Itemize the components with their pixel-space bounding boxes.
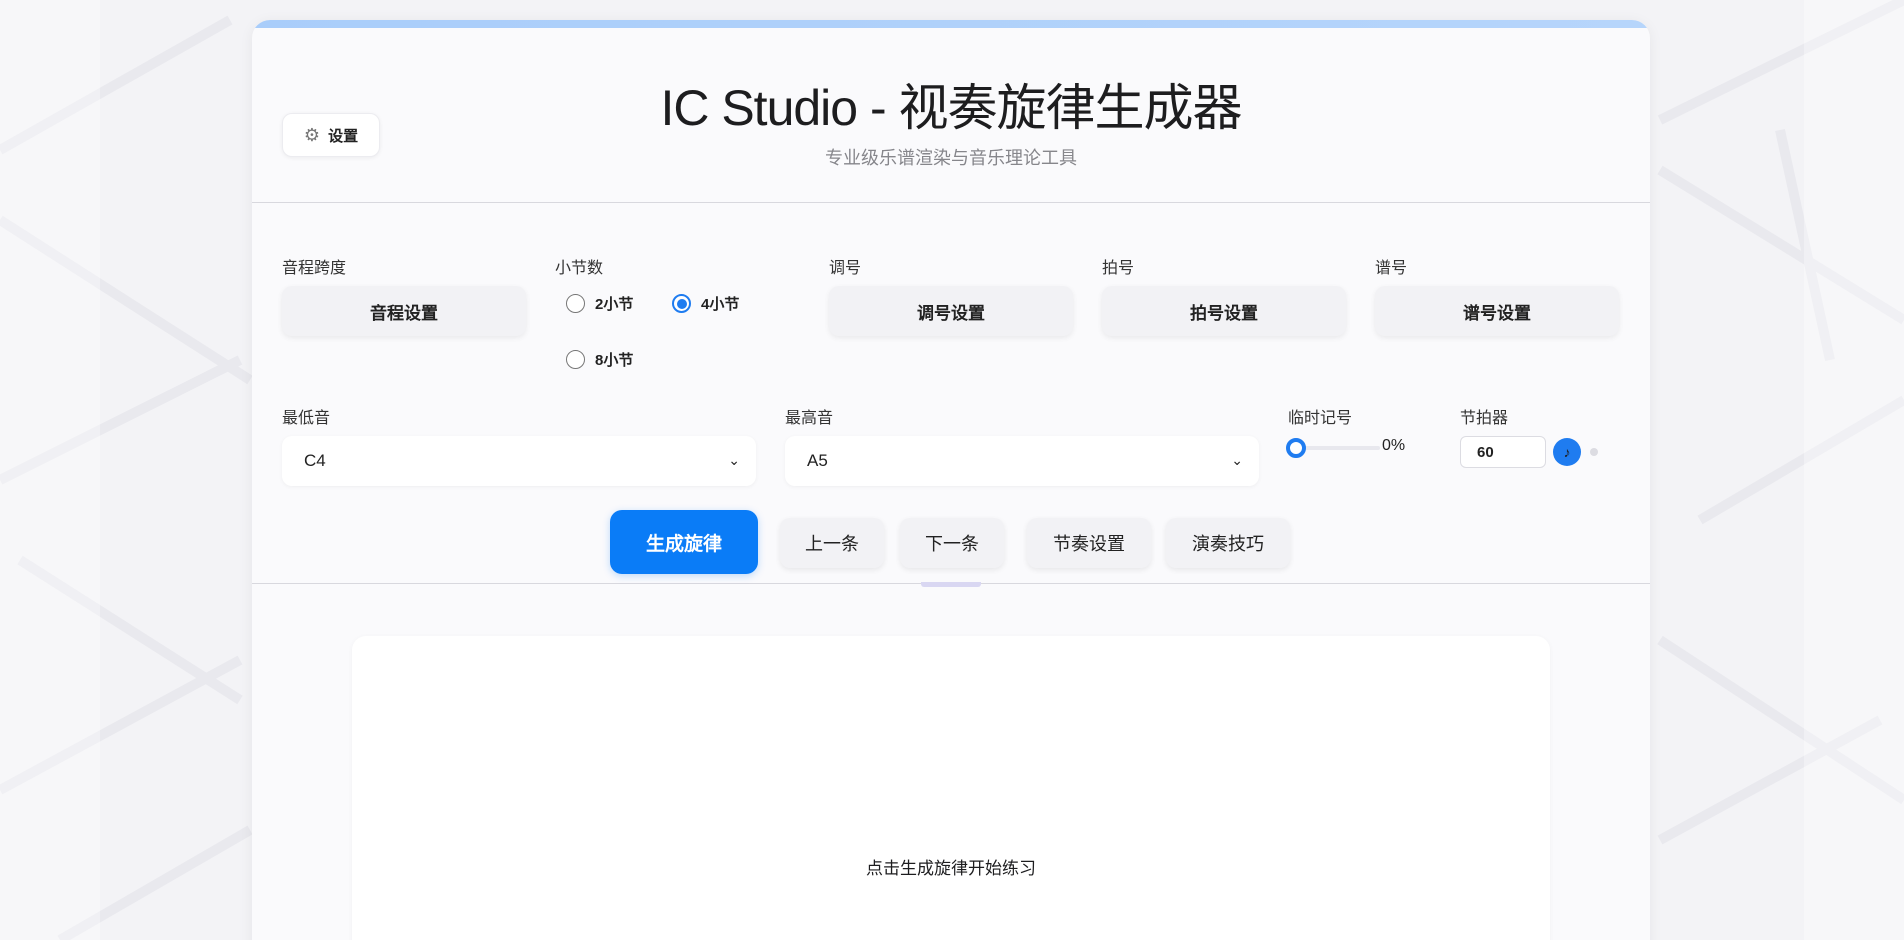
controls-panel: 音程跨度 音程设置 小节数 2小节 4小节 8小节 调号 调号设置 拍号 拍号设…	[252, 204, 1650, 584]
score-placeholder: 点击生成旋律开始练习	[866, 859, 1036, 878]
radio-button-4[interactable]	[672, 294, 691, 313]
time-signature-label: 拍号	[1102, 260, 1135, 277]
accidentals-label: 临时记号	[1288, 410, 1353, 427]
chevron-down-icon: ⌄	[1231, 452, 1243, 468]
radio-button-2[interactable]	[566, 294, 585, 313]
lowest-note-label: 最低音	[282, 410, 331, 427]
radio-button-8[interactable]	[566, 350, 585, 369]
metronome-toggle-button[interactable]: ♪	[1553, 438, 1581, 466]
page-subtitle: 专业级乐谱渲染与音乐理论工具	[825, 148, 1077, 168]
measures-radio-4[interactable]: 4小节	[672, 293, 739, 314]
key-label: 调号	[829, 260, 862, 277]
interval-settings-button[interactable]: 音程设置	[282, 286, 526, 336]
radio-label-2: 2小节	[595, 296, 634, 313]
music-note-icon: ♪	[1563, 444, 1571, 460]
highest-note-label: 最高音	[785, 410, 834, 427]
score-area: 点击生成旋律开始练习	[352, 636, 1550, 940]
measures-radio-2[interactable]: 2小节	[566, 293, 633, 314]
resize-handle[interactable]	[921, 582, 981, 587]
metronome-label: 节拍器	[1460, 410, 1509, 427]
clef-settings-button[interactable]: 谱号设置	[1375, 286, 1619, 336]
interval-label: 音程跨度	[282, 260, 347, 277]
main-card: ⚙ 设置 IC Studio - 视奏旋律生成器 专业级乐谱渲染与音乐理论工具 …	[252, 20, 1650, 940]
left-margin-panel	[0, 0, 100, 940]
lowest-note-select[interactable]: C4 ⌄	[282, 436, 756, 486]
highest-note-select[interactable]: A5 ⌄	[785, 436, 1259, 486]
radio-label-4: 4小节	[701, 296, 740, 313]
clef-label: 谱号	[1375, 260, 1408, 277]
time-signature-settings-button[interactable]: 拍号设置	[1102, 286, 1346, 336]
key-settings-button[interactable]: 调号设置	[829, 286, 1073, 336]
accidentals-slider-thumb[interactable]	[1286, 438, 1306, 458]
page-title: IC Studio - 视奏旋律生成器	[660, 80, 1242, 136]
next-button[interactable]: 下一条	[900, 518, 1004, 568]
accidentals-value: 0%	[1382, 437, 1406, 454]
lowest-note-value: C4	[304, 451, 326, 470]
right-margin-panel	[1804, 0, 1904, 940]
previous-button[interactable]: 上一条	[780, 518, 884, 568]
card-accent-bar	[252, 20, 1650, 28]
technique-button[interactable]: 演奏技巧	[1166, 518, 1290, 568]
measures-label: 小节数	[555, 260, 604, 277]
generate-melody-button[interactable]: 生成旋律	[610, 510, 758, 574]
rhythm-settings-button[interactable]: 节奏设置	[1027, 518, 1151, 568]
highest-note-value: A5	[807, 451, 828, 470]
bpm-input[interactable]: 60	[1460, 436, 1546, 468]
chevron-down-icon: ⌄	[728, 452, 740, 468]
metronome-indicator	[1590, 448, 1598, 456]
measures-radio-8[interactable]: 8小节	[566, 349, 633, 370]
radio-label-8: 8小节	[595, 352, 634, 369]
header: ⚙ 设置 IC Studio - 视奏旋律生成器 专业级乐谱渲染与音乐理论工具	[252, 28, 1650, 203]
